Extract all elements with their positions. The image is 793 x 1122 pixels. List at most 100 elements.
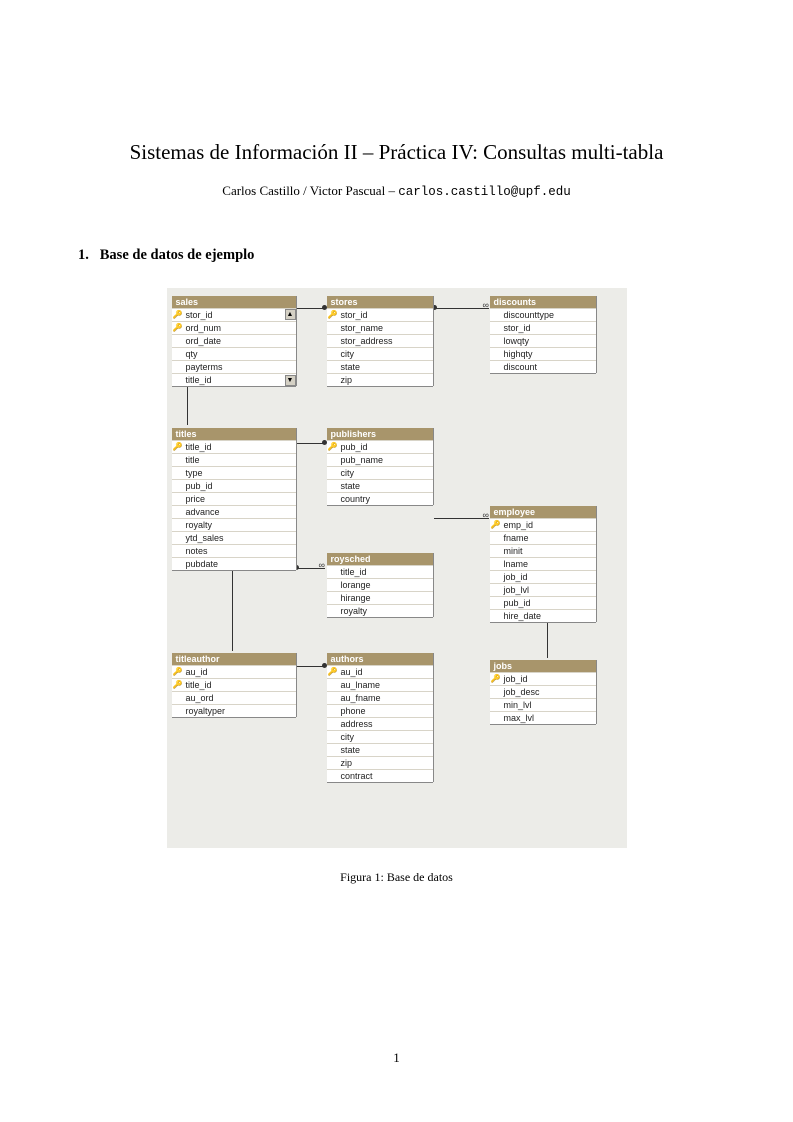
field-name: hirange <box>339 592 371 604</box>
field-name: state <box>339 480 361 492</box>
field-name: au_fname <box>339 692 381 704</box>
table-header: authors <box>327 653 433 665</box>
section-title: Base de datos de ejemplo <box>100 247 255 263</box>
field-row: lorange <box>327 578 433 591</box>
field-row: zip <box>327 373 433 386</box>
field-row: lowqty <box>490 334 596 347</box>
field-row: stor_id <box>490 321 596 334</box>
field-name: city <box>339 731 355 743</box>
scroll-up-icon[interactable]: ▲ <box>285 309 296 320</box>
table-body: 🔑job_idjob_descmin_lvlmax_lvl <box>490 672 596 724</box>
field-name: lname <box>502 558 529 570</box>
field-row: 🔑au_id <box>172 665 296 678</box>
field-name: highqty <box>502 348 533 360</box>
field-row: zip <box>327 756 433 769</box>
field-name: au_id <box>339 666 363 678</box>
field-name: stor_address <box>339 335 393 347</box>
field-name: fname <box>502 532 529 544</box>
field-name: job_id <box>502 571 528 583</box>
field-name: job_lvl <box>502 584 530 596</box>
field-row: au_lname <box>327 678 433 691</box>
field-name: contract <box>339 770 373 782</box>
table-jobs: jobs 🔑job_idjob_descmin_lvlmax_lvl <box>490 660 596 724</box>
field-row: type <box>172 466 296 479</box>
field-name: title_id <box>339 566 367 578</box>
field-row: discount <box>490 360 596 373</box>
field-row: ord_date <box>172 334 296 347</box>
field-name: au_ord <box>184 692 214 704</box>
field-row: 🔑title_id <box>172 678 296 691</box>
field-row: pub_id <box>172 479 296 492</box>
field-row: title <box>172 453 296 466</box>
document-title: Sistemas de Información II – Práctica IV… <box>78 140 715 165</box>
table-body: 🔑au_id🔑title_idau_ordroyaltyper <box>172 665 296 717</box>
field-name: notes <box>184 545 208 557</box>
field-name: lorange <box>339 579 371 591</box>
field-row: 🔑au_id <box>327 665 433 678</box>
field-name: city <box>339 467 355 479</box>
table-header: publishers <box>327 428 433 440</box>
table-body: 🔑stor_idstor_namestor_addresscitystatezi… <box>327 308 433 386</box>
field-name: country <box>339 493 371 505</box>
table-header: jobs <box>490 660 596 672</box>
field-row: state <box>327 479 433 492</box>
field-name: discounttype <box>502 309 555 321</box>
field-name: state <box>339 744 361 756</box>
table-authors: authors 🔑au_idau_lnameau_fnamephoneaddre… <box>327 653 433 782</box>
field-name: discount <box>502 361 538 373</box>
field-name: title_id <box>184 441 212 453</box>
field-row: au_ord <box>172 691 296 704</box>
field-row: title_id <box>327 565 433 578</box>
field-row: qty <box>172 347 296 360</box>
table-body: 🔑title_idtitletypepub_idpriceadvanceroya… <box>172 440 296 570</box>
field-name: price <box>184 493 206 505</box>
author-email: carlos.castillo@upf.edu <box>398 185 571 199</box>
field-name: emp_id <box>502 519 534 531</box>
field-row: royaltyper <box>172 704 296 717</box>
field-name: pubdate <box>184 558 219 570</box>
field-name: payterms <box>184 361 223 373</box>
page-number: 1 <box>0 1050 793 1066</box>
field-row: au_fname <box>327 691 433 704</box>
field-name: min_lvl <box>502 699 532 711</box>
table-body: discounttypestor_idlowqtyhighqtydiscount <box>490 308 596 373</box>
field-row: contract <box>327 769 433 782</box>
field-row: pub_name <box>327 453 433 466</box>
field-name: stor_id <box>184 309 213 321</box>
field-name: title_id <box>184 679 212 691</box>
field-row: 🔑stor_id <box>327 308 433 321</box>
field-row: title_id <box>172 373 296 386</box>
table-body: 🔑au_idau_lnameau_fnamephoneaddresscityst… <box>327 665 433 782</box>
field-row: 🔑emp_id <box>490 518 596 531</box>
infinity-icon: ∞ <box>319 560 325 570</box>
field-name: city <box>339 348 355 360</box>
field-name: qty <box>184 348 198 360</box>
field-row: price <box>172 492 296 505</box>
infinity-icon: ∞ <box>483 300 489 310</box>
table-sales: sales 🔑stor_id🔑ord_numord_dateqtypayterm… <box>172 296 296 386</box>
table-header: titleauthor <box>172 653 296 665</box>
field-row: job_desc <box>490 685 596 698</box>
field-name: royalty <box>339 605 368 617</box>
field-name: stor_id <box>339 309 368 321</box>
table-titleauthor: titleauthor 🔑au_id🔑title_idau_ordroyalty… <box>172 653 296 717</box>
figure-caption: Figura 1: Base de datos <box>78 870 715 885</box>
scroll-down-icon[interactable]: ▼ <box>285 375 296 386</box>
field-row: city <box>327 466 433 479</box>
field-row: 🔑stor_id <box>172 308 296 321</box>
field-name: minit <box>502 545 523 557</box>
table-header: stores <box>327 296 433 308</box>
field-row: 🔑pub_id <box>327 440 433 453</box>
field-row: stor_address <box>327 334 433 347</box>
field-row: job_id <box>490 570 596 583</box>
field-name: zip <box>339 757 353 769</box>
field-row: ytd_sales <box>172 531 296 544</box>
table-body: 🔑stor_id🔑ord_numord_dateqtypaytermstitle… <box>172 308 296 386</box>
field-name: title_id <box>184 374 212 386</box>
key-icon: 🔑 <box>172 679 184 691</box>
field-row: fname <box>490 531 596 544</box>
field-row: hire_date <box>490 609 596 622</box>
field-name: stor_id <box>502 322 531 334</box>
field-row: country <box>327 492 433 505</box>
section-number: 1. <box>78 247 89 263</box>
